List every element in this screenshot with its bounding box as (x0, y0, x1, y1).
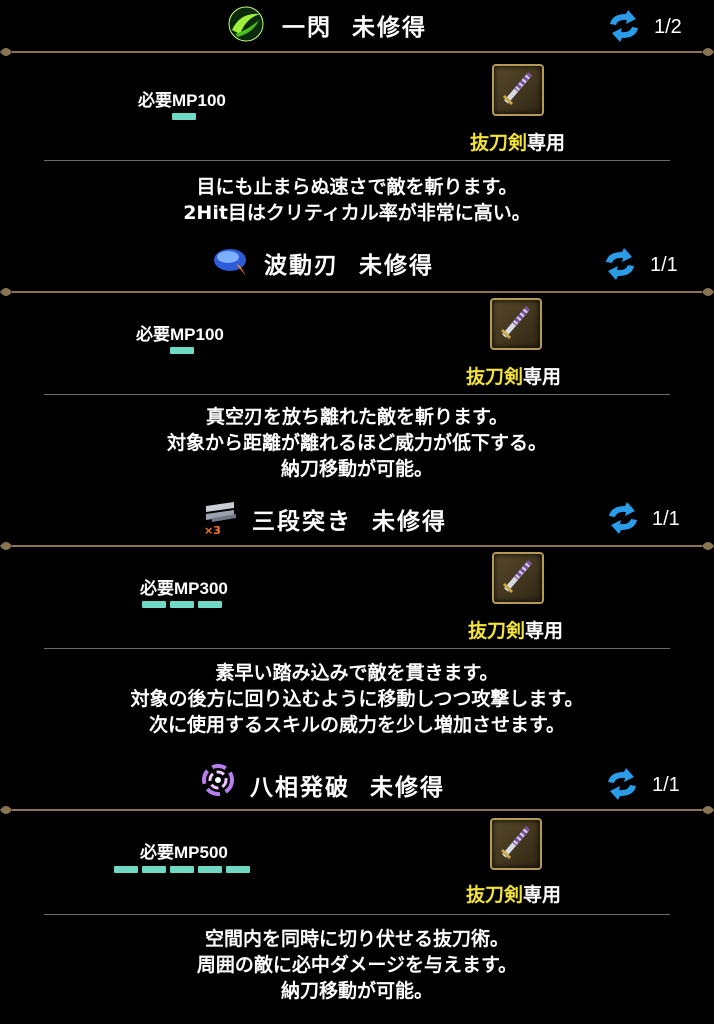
skill-description: 真空刃を放ち離れた敵を斬ります。 対象から距離が離れるほど威力が低下する。 納刀… (0, 404, 714, 482)
skill-status: 未修得 (372, 509, 448, 535)
slash-swirl-icon (226, 4, 266, 44)
weapon-name: 抜刀剣 (466, 884, 524, 906)
description-line: 真空刃を放ち離れた敵を斬ります。 (205, 406, 509, 428)
katana-icon (492, 552, 544, 604)
weapon-requirement: 抜刀剣専用 (468, 616, 563, 643)
refresh-icon[interactable] (602, 248, 638, 280)
mp-bar-segment (142, 601, 166, 608)
skill-status: 未修得 (352, 15, 428, 41)
description-line: 2Hit目はクリティカル率が非常に高い。 (183, 202, 531, 224)
weapon-name: 抜刀剣 (470, 132, 528, 154)
skill-title: 八相発破 未修得 (250, 768, 445, 802)
description-line: 対象から距離が離れるほど威力が低下する。 (166, 432, 547, 454)
mp-cost-bars (114, 866, 250, 874)
description-line: 納刀移動が可能。 (280, 980, 433, 1002)
skill-entry: 波動刃 未修得 1/1 必要MP100 抜刀剣専用 真空刃を放ち離れた敵を斬りま… (0, 236, 714, 490)
skill-title-row[interactable]: 八相発破 未修得 1/1 (0, 754, 714, 806)
triple-thrust-icon: ×3 (200, 496, 240, 536)
skill-status: 未修得 (359, 253, 435, 279)
skill-level-counter: 1/1 (652, 508, 680, 530)
mp-bar-segment (198, 601, 222, 608)
weapon-requirement: 抜刀剣専用 (466, 880, 561, 907)
mp-cost-label: 必要MP100 (136, 325, 224, 344)
refresh-icon[interactable] (605, 502, 641, 534)
skill-description: 素早い踏み込みで敵を貫きます。 対象の後方に回り込むように移動しつつ攻撃します。… (0, 660, 714, 738)
description-line: 次に使用するスキルの威力を少し増加させます。 (148, 714, 566, 736)
weapon-requirement: 抜刀剣専用 (470, 128, 565, 155)
skill-name: 波動刃 (264, 253, 339, 279)
skill-title-row[interactable]: ×3 三段突き 未修得 1/1 (0, 490, 714, 542)
ornate-divider (0, 48, 714, 56)
mp-cost-label: 必要MP500 (140, 843, 228, 862)
mp-bar-segment (114, 866, 138, 873)
section-divider (44, 648, 670, 649)
mp-cost-bars (172, 113, 196, 121)
svg-text:×3: ×3 (204, 524, 221, 536)
skill-entry: ×3 三段突き 未修得 1/1 必要MP300 抜刀剣専用 素早い踏み込みで敵を… (0, 490, 714, 754)
ornate-divider (0, 288, 714, 296)
skill-title: 波動刃 未修得 (264, 246, 434, 280)
katana-icon (490, 818, 542, 870)
description-line: 対象の後方に回り込むように移動しつつ攻撃します。 (130, 688, 584, 710)
weapon-suffix: 専用 (523, 884, 562, 906)
refresh-icon[interactable] (606, 10, 642, 42)
ornate-divider (0, 542, 714, 550)
mp-bar-segment (226, 866, 250, 873)
weapon-requirement: 抜刀剣専用 (466, 362, 561, 389)
section-divider (44, 914, 670, 915)
skill-level-counter: 1/1 (652, 774, 680, 796)
mp-cost-label: 必要MP300 (140, 579, 228, 598)
weapon-suffix: 専用 (527, 132, 566, 154)
skill-name: 一閃 (282, 15, 332, 41)
skill-title: 三段突き 未修得 (252, 502, 447, 536)
mp-cost-label: 必要MP100 (138, 91, 226, 110)
section-divider (44, 160, 670, 161)
section-divider (44, 394, 670, 395)
mp-bar-segment (170, 866, 194, 873)
description-line: 空間内を同時に切り伏せる抜刀術。 (204, 928, 509, 950)
hasso-burst-icon (198, 760, 238, 800)
mp-bar-segment (142, 866, 166, 873)
katana-icon (490, 298, 542, 350)
skill-level-counter: 1/1 (650, 254, 678, 276)
mp-cost-bars (142, 601, 222, 609)
skill-description: 目にも止まらぬ速さで敵を斬ります。 2Hit目はクリティカル率が非常に高い。 (0, 174, 714, 226)
skill-title-row[interactable]: 波動刃 未修得 1/1 (0, 236, 714, 288)
katana-icon (492, 64, 544, 116)
skill-title: 一閃 未修得 (282, 8, 427, 42)
mp-bar-segment (170, 347, 194, 354)
skill-entry: 八相発破 未修得 1/1 必要MP500 抜刀剣専用 空間内を同時に切り伏せる抜… (0, 754, 714, 1024)
refresh-icon[interactable] (604, 768, 640, 800)
mp-bar-segment (198, 866, 222, 873)
weapon-name: 抜刀剣 (466, 366, 524, 388)
skill-status: 未修得 (370, 775, 446, 801)
skill-name: 三段突き (252, 509, 352, 535)
description-line: 納刀移動が可能。 (280, 458, 433, 480)
description-line: 周囲の敵に必中ダメージを与えます。 (196, 954, 518, 976)
description-line: 素早い踏み込みで敵を貫きます。 (215, 662, 499, 684)
mp-cost-bars (170, 347, 194, 355)
wave-blade-icon (212, 242, 252, 282)
weapon-name: 抜刀剣 (468, 620, 526, 642)
skill-name: 八相発破 (250, 775, 350, 801)
ornate-divider (0, 806, 714, 814)
weapon-suffix: 専用 (523, 366, 562, 388)
skill-entry: 一閃 未修得 1/2 必要MP100 抜刀剣専用 目にも止まらぬ速さで敵を斬りま… (0, 0, 714, 236)
mp-bar-segment (172, 113, 196, 120)
description-line: 目にも止まらぬ速さで敵を斬ります。 (196, 176, 518, 198)
mp-bar-segment (170, 601, 194, 608)
skill-level-counter: 1/2 (654, 16, 682, 38)
skill-description: 空間内を同時に切り伏せる抜刀術。 周囲の敵に必中ダメージを与えます。 納刀移動が… (0, 926, 714, 1004)
weapon-suffix: 専用 (525, 620, 564, 642)
